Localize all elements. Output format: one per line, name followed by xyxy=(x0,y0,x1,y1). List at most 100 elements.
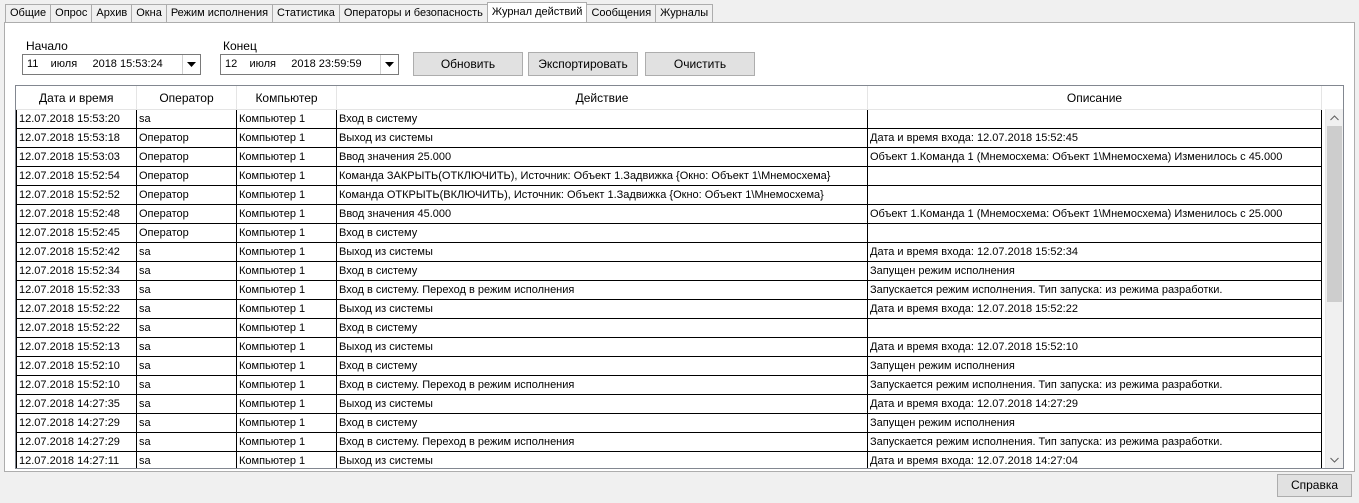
end-date-picker[interactable]: 12 июля 2018 23:59:59 xyxy=(220,54,399,75)
table-cell: Вход в систему. Переход в режим исполнен… xyxy=(336,280,868,300)
help-button[interactable]: Справка xyxy=(1277,474,1352,497)
table-row[interactable]: 12.07.2018 15:52:22 sa Компьютер 1 Выход из… xyxy=(16,299,1322,319)
table-cell: Оператор xyxy=(136,185,237,205)
table-row[interactable]: 12.07.2018 15:52:42 sa Компьютер 1 Выход из… xyxy=(16,242,1322,262)
end-label: Конец xyxy=(223,39,257,53)
tab-4[interactable]: Режим исполнения xyxy=(165,4,274,22)
table-cell: Выход из системы xyxy=(336,128,868,148)
tab-1[interactable]: Опрос xyxy=(50,4,93,22)
table-cell: Выход из системы xyxy=(336,242,868,262)
table-cell: sa xyxy=(136,299,237,319)
tab-8[interactable]: Сообщения xyxy=(586,4,657,22)
table-cell: Ввод значения 45.000 xyxy=(336,204,868,224)
tab-9[interactable]: Журналы xyxy=(655,4,714,22)
table-cell: Вход в систему xyxy=(336,109,868,129)
table-cell: 12.07.2018 14:27:29 xyxy=(16,432,137,452)
table-cell: Дата и время входа: 12.07.2018 15:52:10 xyxy=(867,337,1322,357)
table-header-row: Дата и время Оператор Компьютер Действие Опи… xyxy=(16,86,1322,110)
clear-button[interactable]: Очистить xyxy=(645,52,755,76)
tab-2[interactable]: Архив xyxy=(91,4,133,22)
table-cell: Запускается режим исполнения. Тип запуск… xyxy=(867,375,1322,395)
table-cell: Компьютер 1 xyxy=(236,128,337,148)
table-cell: Выход из системы xyxy=(336,394,868,414)
table-cell xyxy=(867,166,1322,186)
start-label: Начало xyxy=(26,39,68,53)
scrollbar-thumb[interactable] xyxy=(1327,126,1342,302)
table-cell: Вход в систему. Переход в режим исполнен… xyxy=(336,375,868,395)
table-row[interactable]: 12.07.2018 15:52:45 Оператор Компьютер 1 Вх… xyxy=(16,223,1322,243)
table-cell: Оператор xyxy=(136,204,237,224)
table-cell: 12.07.2018 15:52:22 xyxy=(16,299,137,319)
table-row[interactable]: 12.07.2018 15:52:52 Оператор Компьютер 1 Ко… xyxy=(16,185,1322,205)
table-cell: Компьютер 1 xyxy=(236,356,337,376)
table-cell: Компьютер 1 xyxy=(236,280,337,300)
table-row[interactable]: 12.07.2018 15:52:22 sa Компьютер 1 Вход в с… xyxy=(16,318,1322,338)
table-row[interactable]: 12.07.2018 15:52:10 sa Компьютер 1 Вход в с… xyxy=(16,375,1322,395)
table-row[interactable]: 12.07.2018 15:52:54 Оператор Компьютер 1 Ко… xyxy=(16,166,1322,186)
table-row[interactable]: 12.07.2018 14:27:29 sa Компьютер 1 Вход в с… xyxy=(16,413,1322,433)
table-cell: sa xyxy=(136,413,237,433)
tab-5[interactable]: Статистика xyxy=(272,4,340,22)
table-cell: Компьютер 1 xyxy=(236,242,337,262)
start-date-picker[interactable]: 11 июля 2018 15:53:24 xyxy=(22,54,201,75)
tab-0[interactable]: Общие xyxy=(5,4,52,22)
table-cell: Выход из системы xyxy=(336,451,868,468)
table-cell: Оператор xyxy=(136,223,237,243)
table-cell: Дата и время входа: 12.07.2018 15:52:22 xyxy=(867,299,1322,319)
table-row[interactable]: 12.07.2018 14:27:29 sa Компьютер 1 Вход в с… xyxy=(16,432,1322,452)
table-cell: 12.07.2018 15:52:10 xyxy=(16,375,137,395)
table-cell: Компьютер 1 xyxy=(236,413,337,433)
table-cell: 12.07.2018 15:52:33 xyxy=(16,280,137,300)
table-row[interactable]: 12.07.2018 15:53:20 sa Компьютер 1 Вход в с… xyxy=(16,109,1322,129)
table-cell: sa xyxy=(136,109,237,129)
end-date-value: 12 июля 2018 23:59:59 xyxy=(225,58,362,70)
table-cell: Вход в систему xyxy=(336,223,868,243)
tab-3[interactable]: Окна xyxy=(131,4,167,22)
table-cell: Компьютер 1 xyxy=(236,299,337,319)
table-cell: sa xyxy=(136,337,237,357)
table-cell: 12.07.2018 14:27:29 xyxy=(16,413,137,433)
refresh-button[interactable]: Обновить xyxy=(413,52,523,76)
table-cell: 12.07.2018 15:52:45 xyxy=(16,223,137,243)
tab-6[interactable]: Операторы и безопасность xyxy=(338,4,488,22)
vertical-scrollbar[interactable] xyxy=(1325,109,1343,468)
table-row[interactable]: 12.07.2018 15:52:10 sa Компьютер 1 Вход в с… xyxy=(16,356,1322,376)
table-cell: Запущен режим исполнения xyxy=(867,413,1322,433)
table-cell: Компьютер 1 xyxy=(236,318,337,338)
table-cell: Оператор xyxy=(136,147,237,167)
table-cell: Компьютер 1 xyxy=(236,204,337,224)
table-cell xyxy=(867,109,1322,129)
column-header[interactable]: Оператор xyxy=(136,86,237,110)
table-cell: 12.07.2018 15:52:48 xyxy=(16,204,137,224)
table-cell: 12.07.2018 15:53:03 xyxy=(16,147,137,167)
table-cell: Оператор xyxy=(136,166,237,186)
export-button[interactable]: Экспортировать xyxy=(528,52,638,76)
table-row[interactable]: 12.07.2018 15:52:48 Оператор Компьютер 1 Вв… xyxy=(16,204,1322,224)
tab-7[interactable]: Журнал действий xyxy=(486,2,588,22)
table-row[interactable]: 12.07.2018 15:52:13 sa Компьютер 1 Выход из… xyxy=(16,337,1322,357)
scroll-down-arrow-icon[interactable] xyxy=(1326,451,1343,468)
table-cell: sa xyxy=(136,318,237,338)
table-cell: Компьютер 1 xyxy=(236,375,337,395)
table-row[interactable]: 12.07.2018 14:27:35 sa Компьютер 1 Выход из… xyxy=(16,394,1322,414)
chevron-down-icon[interactable] xyxy=(182,55,200,74)
table-cell: Компьютер 1 xyxy=(236,166,337,186)
table-cell: Выход из системы xyxy=(336,337,868,357)
table-row[interactable]: 12.07.2018 15:53:18 Оператор Компьютер 1 Вы… xyxy=(16,128,1322,148)
table-cell: Запускается режим исполнения. Тип запуск… xyxy=(867,280,1322,300)
column-header[interactable]: Действие xyxy=(336,86,868,110)
table-cell xyxy=(867,185,1322,205)
table-row[interactable]: 12.07.2018 14:27:11 sa Компьютер 1 Выход из… xyxy=(16,451,1322,468)
table-cell: sa xyxy=(136,432,237,452)
scroll-up-arrow-icon[interactable] xyxy=(1326,109,1343,126)
table-row[interactable]: 12.07.2018 15:52:33 sa Компьютер 1 Вход в с… xyxy=(16,280,1322,300)
chevron-down-icon[interactable] xyxy=(380,55,398,74)
table-cell: Компьютер 1 xyxy=(236,261,337,281)
column-header[interactable]: Компьютер xyxy=(236,86,337,110)
column-header[interactable]: Описание xyxy=(867,86,1322,110)
table-row[interactable]: 12.07.2018 15:53:03 Оператор Компьютер 1 Вв… xyxy=(16,147,1322,167)
table-cell: sa xyxy=(136,242,237,262)
table-cell: 12.07.2018 15:53:18 xyxy=(16,128,137,148)
column-header[interactable]: Дата и время xyxy=(16,86,137,110)
table-row[interactable]: 12.07.2018 15:52:34 sa Компьютер 1 Вход в с… xyxy=(16,261,1322,281)
